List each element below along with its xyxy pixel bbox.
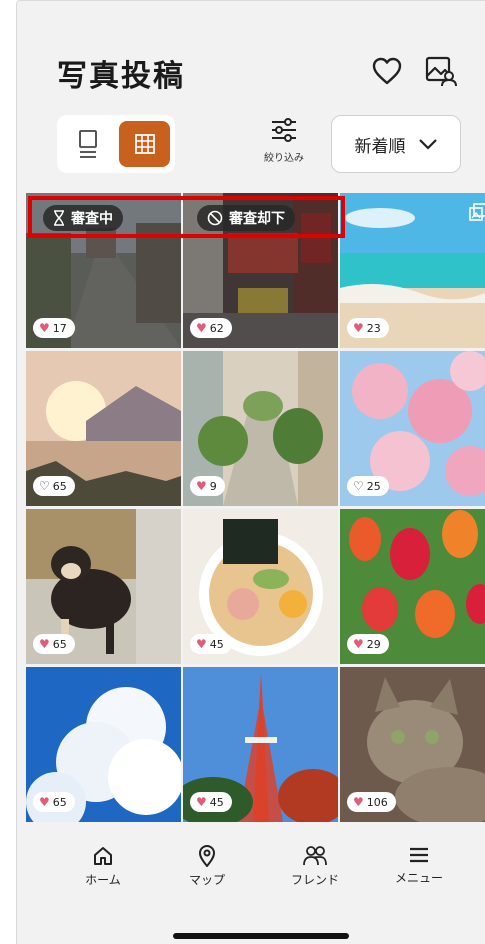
like-count-badge: ♥ 65 <box>33 792 75 812</box>
like-count-badge: ♥ 45 <box>190 792 232 812</box>
like-count-badge: ♥ 106 <box>347 792 396 812</box>
heart-filled-icon: ♥ <box>39 637 50 651</box>
like-count-badge: ♥ 62 <box>190 318 232 338</box>
photo-tile[interactable]: ♥ 65 <box>26 667 181 822</box>
heart-outline-icon <box>372 57 402 85</box>
status-badge-rejected: 審査却下 <box>197 205 295 231</box>
photo-tile[interactable]: ♥ 106 <box>340 667 485 822</box>
heart-outline-icon: ♡ <box>39 479 50 493</box>
heart-filled-icon: ♥ <box>353 795 364 809</box>
like-count-badge: ♡ 65 <box>33 476 75 496</box>
like-count-badge: ♥ 65 <box>33 634 75 654</box>
photo-tile[interactable]: ♥ 23 <box>340 193 485 348</box>
home-icon <box>94 847 112 865</box>
heart-filled-icon: ♥ <box>196 479 207 493</box>
heart-outline-icon: ♡ <box>353 479 364 493</box>
nav-menu[interactable]: メニュー <box>379 845 459 886</box>
multiple-photos-icon <box>469 203 485 221</box>
heart-filled-icon: ♥ <box>353 637 364 651</box>
app-screen: 写真投稿 絞り込み 新着順 ♥ 17 ♥ 62 ♥ 23 ♡ 65 ♥ 9 ♡ … <box>16 0 485 944</box>
like-count-badge: ♥ 9 <box>190 476 225 496</box>
like-count-badge: ♡ 25 <box>347 476 389 496</box>
status-badge-reviewing: 審査中 <box>43 205 123 231</box>
grid-view-icon <box>134 134 155 154</box>
map-pin-icon <box>198 845 216 867</box>
my-photos-button[interactable] <box>423 53 459 89</box>
like-count-badge: ♥ 17 <box>33 318 75 338</box>
filter-button[interactable]: 絞り込み <box>251 117 317 173</box>
heart-filled-icon: ♥ <box>196 795 207 809</box>
photo-tile[interactable]: ♥ 29 <box>340 509 485 664</box>
list-view-icon <box>78 130 97 158</box>
nav-friends[interactable]: フレンド <box>275 845 355 888</box>
heart-filled-icon: ♥ <box>196 637 207 651</box>
gallery-user-icon <box>425 56 457 87</box>
like-count-badge: ♥ 23 <box>347 318 389 338</box>
photo-tile[interactable]: ♥ 65 <box>26 509 181 664</box>
bottom-navigation: ホーム マップ フレンド メニュー <box>17 827 485 944</box>
home-indicator[interactable] <box>173 933 349 939</box>
heart-filled-icon: ♥ <box>39 321 50 335</box>
photo-tile[interactable]: ♥ 45 <box>183 509 338 664</box>
like-count-badge: ♥ 29 <box>347 634 389 654</box>
hamburger-menu-icon <box>410 847 428 863</box>
prohibited-icon <box>207 210 223 226</box>
sort-dropdown[interactable]: 新着順 <box>331 115 461 173</box>
sliders-icon <box>272 118 296 142</box>
photo-tile[interactable]: ♡ 65 <box>26 351 181 506</box>
nav-map[interactable]: マップ <box>167 845 247 888</box>
photo-tile[interactable]: ♡ 25 <box>340 351 485 506</box>
list-view-button[interactable] <box>62 121 113 167</box>
heart-filled-icon: ♥ <box>353 321 364 335</box>
favorites-button[interactable] <box>369 53 405 89</box>
hourglass-icon <box>54 210 64 226</box>
view-mode-toggle <box>57 115 175 173</box>
sort-selected-value: 新着順 <box>354 136 406 157</box>
photo-tile[interactable]: ♥ 9 <box>183 351 338 506</box>
filter-label: 絞り込み <box>264 153 304 164</box>
heart-filled-icon: ♥ <box>196 321 207 335</box>
friends-icon <box>303 846 327 866</box>
grid-view-button[interactable] <box>119 121 170 167</box>
chevron-down-icon <box>418 139 437 150</box>
like-count-badge: ♥ 45 <box>190 634 232 654</box>
photo-tile[interactable]: ♥ 45 <box>183 667 338 822</box>
heart-filled-icon: ♥ <box>39 795 50 809</box>
nav-home[interactable]: ホーム <box>63 845 143 888</box>
page-title: 写真投稿 <box>57 59 185 94</box>
